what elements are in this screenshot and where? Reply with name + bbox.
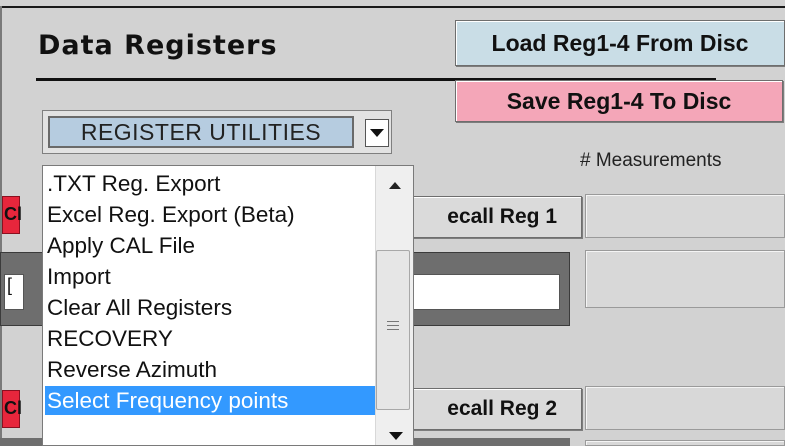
arrow-up-icon[interactable] xyxy=(389,182,401,189)
arrow-down-icon[interactable] xyxy=(389,432,403,440)
register-utilities-dropdown[interactable]: .TXT Reg. Export Excel Reg. Export (Beta… xyxy=(42,165,414,446)
menu-item-apply-cal[interactable]: Apply CAL File xyxy=(45,231,375,260)
register-name-input-fragment[interactable]: [ xyxy=(4,274,24,310)
menu-item-import[interactable]: Import xyxy=(45,262,375,291)
menu-item-clear-all[interactable]: Clear All Registers xyxy=(45,293,375,322)
menu-item-select-frequency[interactable]: Select Frequency points xyxy=(45,386,375,415)
dropdown-scrollbar[interactable] xyxy=(375,166,413,445)
save-registers-button[interactable]: Save Reg1-4 To Disc xyxy=(455,80,783,122)
chevron-down-icon[interactable] xyxy=(365,119,389,147)
measurements-field-reg2[interactable] xyxy=(585,386,785,430)
top-border xyxy=(0,6,785,8)
clear-reg1-label: Cl xyxy=(4,204,22,224)
scroll-thumb[interactable] xyxy=(376,250,410,410)
data-field-reg2[interactable] xyxy=(585,440,785,446)
clear-reg2-label: Cl xyxy=(4,398,22,418)
menu-item-txt-export[interactable]: .TXT Reg. Export xyxy=(45,169,375,198)
menu-item-reverse-azimuth[interactable]: Reverse Azimuth xyxy=(45,355,375,384)
menu-item-recovery[interactable]: RECOVERY xyxy=(45,324,375,353)
menu-item-excel-export[interactable]: Excel Reg. Export (Beta) xyxy=(45,200,375,229)
data-field-reg1[interactable] xyxy=(585,250,785,308)
input-fragment-text: [ xyxy=(7,275,13,295)
combo-selected-value[interactable]: REGISTER UTILITIES xyxy=(48,116,354,148)
measurements-field-reg1[interactable] xyxy=(585,194,785,238)
measurements-label: # Measurements xyxy=(580,150,722,171)
load-registers-button[interactable]: Load Reg1-4 From Disc xyxy=(455,20,785,66)
grip-icon xyxy=(387,321,399,333)
page-title: Data Registers xyxy=(38,30,278,61)
register-utilities-combo[interactable]: REGISTER UTILITIES xyxy=(42,110,392,154)
